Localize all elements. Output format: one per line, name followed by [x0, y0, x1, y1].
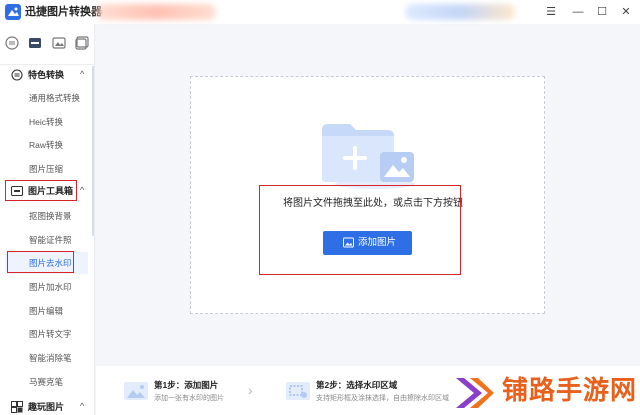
highlight-box-toolbox	[5, 180, 77, 201]
sidebar-item-cutout[interactable]: 抠图换背景	[29, 210, 72, 222]
chevron-up-icon[interactable]: ^	[80, 68, 84, 81]
select-area-step-icon	[286, 382, 310, 400]
menu-icon[interactable]: ☰	[542, 2, 560, 22]
app-logo-icon	[5, 4, 21, 20]
minimize-button[interactable]: —	[569, 2, 587, 22]
maximize-button[interactable]: ☐	[593, 2, 611, 22]
sidebar-tool-icons	[0, 32, 95, 56]
convert-section-icon	[11, 69, 23, 81]
image-icon[interactable]	[52, 36, 66, 50]
sidebar-item-add-watermark[interactable]: 图片加水印	[29, 281, 72, 293]
sidebar-item-compress[interactable]: 图片压缩	[29, 163, 63, 175]
section-featured-convert[interactable]: 特色转换 ^	[0, 66, 95, 86]
section-label: 趣玩图片	[28, 402, 65, 412]
add-image-step-icon	[124, 382, 148, 400]
folder-add-image-icon	[322, 124, 415, 189]
chevron-up-icon[interactable]: ^	[80, 184, 84, 197]
step-1-desc: 添加一张有水印的图片	[154, 395, 224, 402]
step-2-desc: 支持矩形框及涂抹选择，自由擦除水印区域	[316, 395, 449, 402]
watermark-text: 铺路手游网	[502, 375, 638, 405]
toolbox-icon[interactable]	[28, 36, 42, 50]
sidebar-item-raw[interactable]: Raw转换	[29, 139, 63, 151]
sidebar-item-edit[interactable]: 图片编辑	[29, 305, 63, 317]
chevron-up-icon[interactable]: ^	[80, 400, 84, 413]
sidebar-item-mosaic[interactable]: 马赛克笔	[29, 376, 63, 388]
step-1-title: 第1步：添加图片	[154, 380, 219, 390]
convert-icon[interactable]	[5, 36, 19, 50]
title-bar: 迅捷图片转换器 ☰ — ☐ ✕	[0, 0, 640, 24]
sidebar-item-ocr[interactable]: 图片转文字	[29, 328, 72, 340]
step-2-title: 第2步：选择水印区域	[316, 380, 398, 390]
chevron-right-icon: ›	[248, 382, 253, 398]
blurred-account-area	[405, 4, 515, 20]
section-fun-images[interactable]: 趣玩图片 ^	[0, 398, 95, 415]
sidebar-item-heic[interactable]: Heic转换	[29, 116, 63, 128]
watermark-logo	[456, 378, 494, 408]
sidebar-item-general-format[interactable]: 通用格式转换	[29, 92, 80, 104]
sidebar-divider	[0, 64, 95, 65]
sidebar-item-eraser[interactable]: 智能消除笔	[29, 352, 72, 364]
highlight-box-drop-area	[259, 185, 461, 275]
app-title: 迅捷图片转换器	[25, 6, 102, 18]
sidebar-item-id-photo[interactable]: 智能证件照	[29, 234, 72, 246]
highlight-box-remove-watermark	[7, 251, 74, 273]
close-button[interactable]: ✕	[617, 2, 635, 22]
gallery-icon[interactable]	[75, 36, 89, 50]
fun-images-icon	[11, 401, 23, 413]
section-label: 特色转换	[28, 70, 65, 80]
sidebar-scrollbar[interactable]	[92, 66, 94, 236]
blurred-banner	[96, 4, 216, 20]
